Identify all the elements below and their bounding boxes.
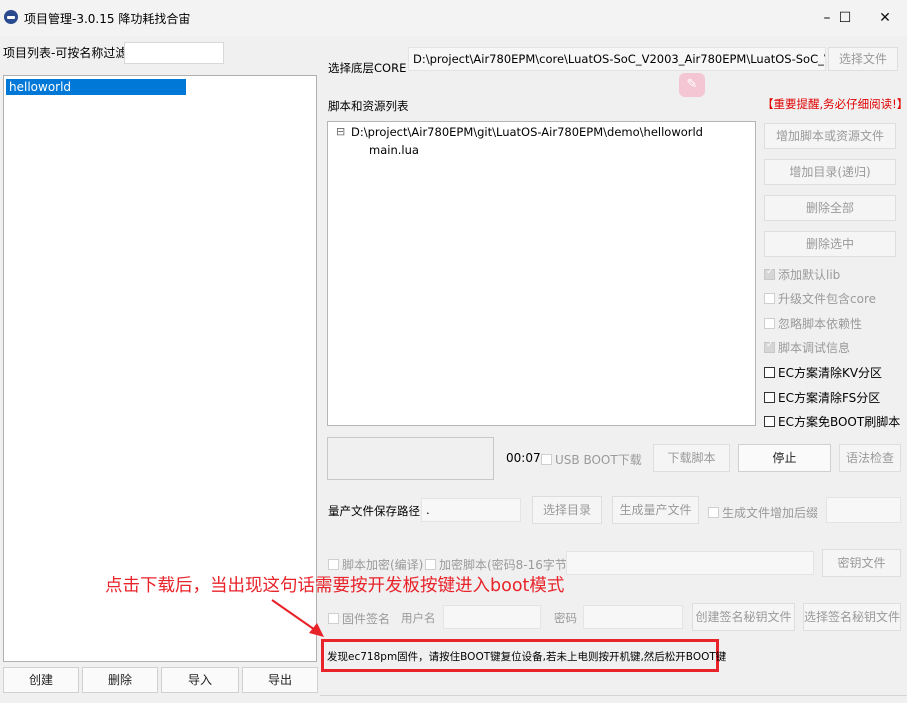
checkbox-label: 生成文件增加后缀: [722, 506, 819, 520]
password-field[interactable]: [583, 605, 683, 629]
download-timer: 00:07: [506, 451, 541, 465]
checkbox-box: [328, 613, 339, 624]
scripts-label: 脚本和资源列表: [328, 99, 409, 113]
encrypt-password-field[interactable]: [566, 551, 814, 575]
checkbox-label: 脚本加密(编译): [342, 558, 424, 572]
tree-file-item[interactable]: main.lua: [369, 143, 419, 157]
magic-wand-icon[interactable]: ✎: [679, 73, 705, 97]
checkbox-label: 忽略脚本依赖性: [778, 317, 863, 331]
upgrade-include-core-checkbox[interactable]: 升级文件包含core: [764, 290, 876, 307]
select-directory-button[interactable]: 选择目录: [532, 496, 602, 524]
encrypt-password-checkbox[interactable]: 加密脚本(密码8-16字节): [425, 556, 572, 573]
username-label: 用户名: [401, 611, 436, 625]
create-sign-key-button[interactable]: 创建签名秘钥文件: [692, 603, 795, 631]
filter-input[interactable]: [124, 42, 224, 64]
status-message: 发现ec718pm固件，请按住BOOT键复位设备,若未上电则按开机键,然后松开B…: [327, 651, 727, 663]
checkbox-box: [764, 416, 775, 427]
checkbox-label: 脚本调试信息: [778, 341, 851, 355]
checkbox-label: 加密脚本(密码8-16字节): [439, 558, 572, 572]
checkbox-box: [328, 559, 339, 570]
password-label: 密码: [554, 611, 577, 625]
select-sign-key-button[interactable]: 选择签名秘钥文件: [803, 603, 901, 631]
bottom-divider: [320, 695, 907, 696]
filter-label: 项目列表-可按名称过滤: [3, 46, 128, 60]
add-default-lib-checkbox[interactable]: 添加默认lib: [764, 266, 840, 283]
encrypt-compile-checkbox[interactable]: 脚本加密(编译): [328, 556, 423, 573]
file-suffix-checkbox[interactable]: 生成文件增加后缀: [708, 504, 818, 521]
firmware-sign-checkbox[interactable]: 固件签名: [328, 610, 390, 627]
ignore-dependency-checkbox[interactable]: 忽略脚本依赖性: [764, 315, 862, 332]
app-logo-icon: [4, 10, 18, 24]
generate-production-button[interactable]: 生成量产文件: [612, 496, 699, 524]
checkbox-box: [764, 267, 775, 280]
production-path-label: 量产文件保存路径: [328, 504, 420, 518]
delete-selected-button[interactable]: 删除选中: [764, 231, 896, 257]
username-field[interactable]: [443, 605, 541, 629]
delete-all-button[interactable]: 删除全部: [764, 195, 896, 221]
core-path-field[interactable]: D:\project\Air780EPM\core\LuatOS-SoC_V20…: [408, 47, 826, 71]
import-button[interactable]: 导入: [161, 667, 239, 693]
tree-collapse-icon[interactable]: ⊟: [336, 125, 345, 138]
project-item-helloworld[interactable]: helloworld: [6, 79, 186, 95]
select-core-button[interactable]: 选择文件: [828, 47, 898, 71]
arrow-shaft: [271, 599, 319, 633]
ec-no-boot-checkbox[interactable]: EC方案免BOOT刷脚本: [764, 413, 900, 430]
maximize-button[interactable]: ☐: [823, 0, 867, 36]
key-file-button[interactable]: 密钥文件: [822, 549, 901, 577]
close-button[interactable]: ✕: [863, 0, 907, 36]
annotation-arrow-icon: [271, 599, 324, 637]
checkbox-label: 固件签名: [342, 612, 391, 626]
checkbox-box: [764, 318, 775, 329]
script-tree[interactable]: ⊟ D:\project\Air780EPM\git\LuatOS-Air780…: [327, 121, 756, 426]
window-title: 项目管理-3.0.15 降功耗找合宙: [24, 12, 191, 26]
checkbox-label: EC方案免BOOT刷脚本: [778, 415, 901, 429]
debug-info-checkbox[interactable]: 脚本调试信息: [764, 339, 850, 356]
ec-clear-kv-checkbox[interactable]: EC方案清除KV分区: [764, 364, 882, 381]
create-button[interactable]: 创建: [3, 667, 79, 693]
checkbox-label: EC方案清除FS分区: [778, 391, 881, 405]
add-directory-button[interactable]: 增加目录(递归): [764, 159, 896, 185]
ec-clear-fs-checkbox[interactable]: EC方案清除FS分区: [764, 389, 880, 406]
progress-box: [327, 437, 494, 480]
production-path-field[interactable]: .: [421, 498, 521, 522]
annotation-text: 点击下载后，当出现这句话需要按开发板按键进入boot模式: [105, 576, 565, 596]
stop-button[interactable]: 停止: [738, 444, 831, 472]
checkbox-box: [764, 367, 775, 378]
usb-boot-checkbox[interactable]: USB BOOT下载: [541, 451, 642, 468]
checkbox-box: [764, 392, 775, 403]
download-script-button[interactable]: 下载脚本: [653, 444, 730, 472]
checkbox-box: [425, 559, 436, 570]
title-bar: 项目管理-3.0.15 降功耗找合宙 – ☐ ✕: [0, 0, 907, 36]
important-warning-link[interactable]: 【重要提醒,务必仔细阅读!】: [762, 96, 907, 112]
checkbox-label: 添加默认lib: [778, 268, 841, 282]
add-script-button[interactable]: 增加脚本或资源文件: [764, 123, 896, 149]
delete-button[interactable]: 删除: [82, 667, 158, 693]
suffix-field[interactable]: [826, 497, 901, 523]
checkbox-box: [764, 293, 775, 304]
checkbox-box: [708, 507, 719, 518]
checkbox-box: [541, 454, 552, 465]
arrow-head: [309, 623, 324, 637]
checkbox-label: USB BOOT下载: [555, 453, 642, 467]
checkbox-box: [764, 340, 775, 353]
export-button[interactable]: 导出: [242, 667, 318, 693]
tree-root-folder[interactable]: D:\project\Air780EPM\git\LuatOS-Air780EP…: [351, 125, 703, 139]
syntax-check-button[interactable]: 语法检查: [839, 444, 901, 472]
checkbox-label: 升级文件包含core: [778, 292, 876, 306]
core-label: 选择底层CORE: [328, 61, 407, 75]
checkbox-label: EC方案清除KV分区: [778, 366, 883, 380]
